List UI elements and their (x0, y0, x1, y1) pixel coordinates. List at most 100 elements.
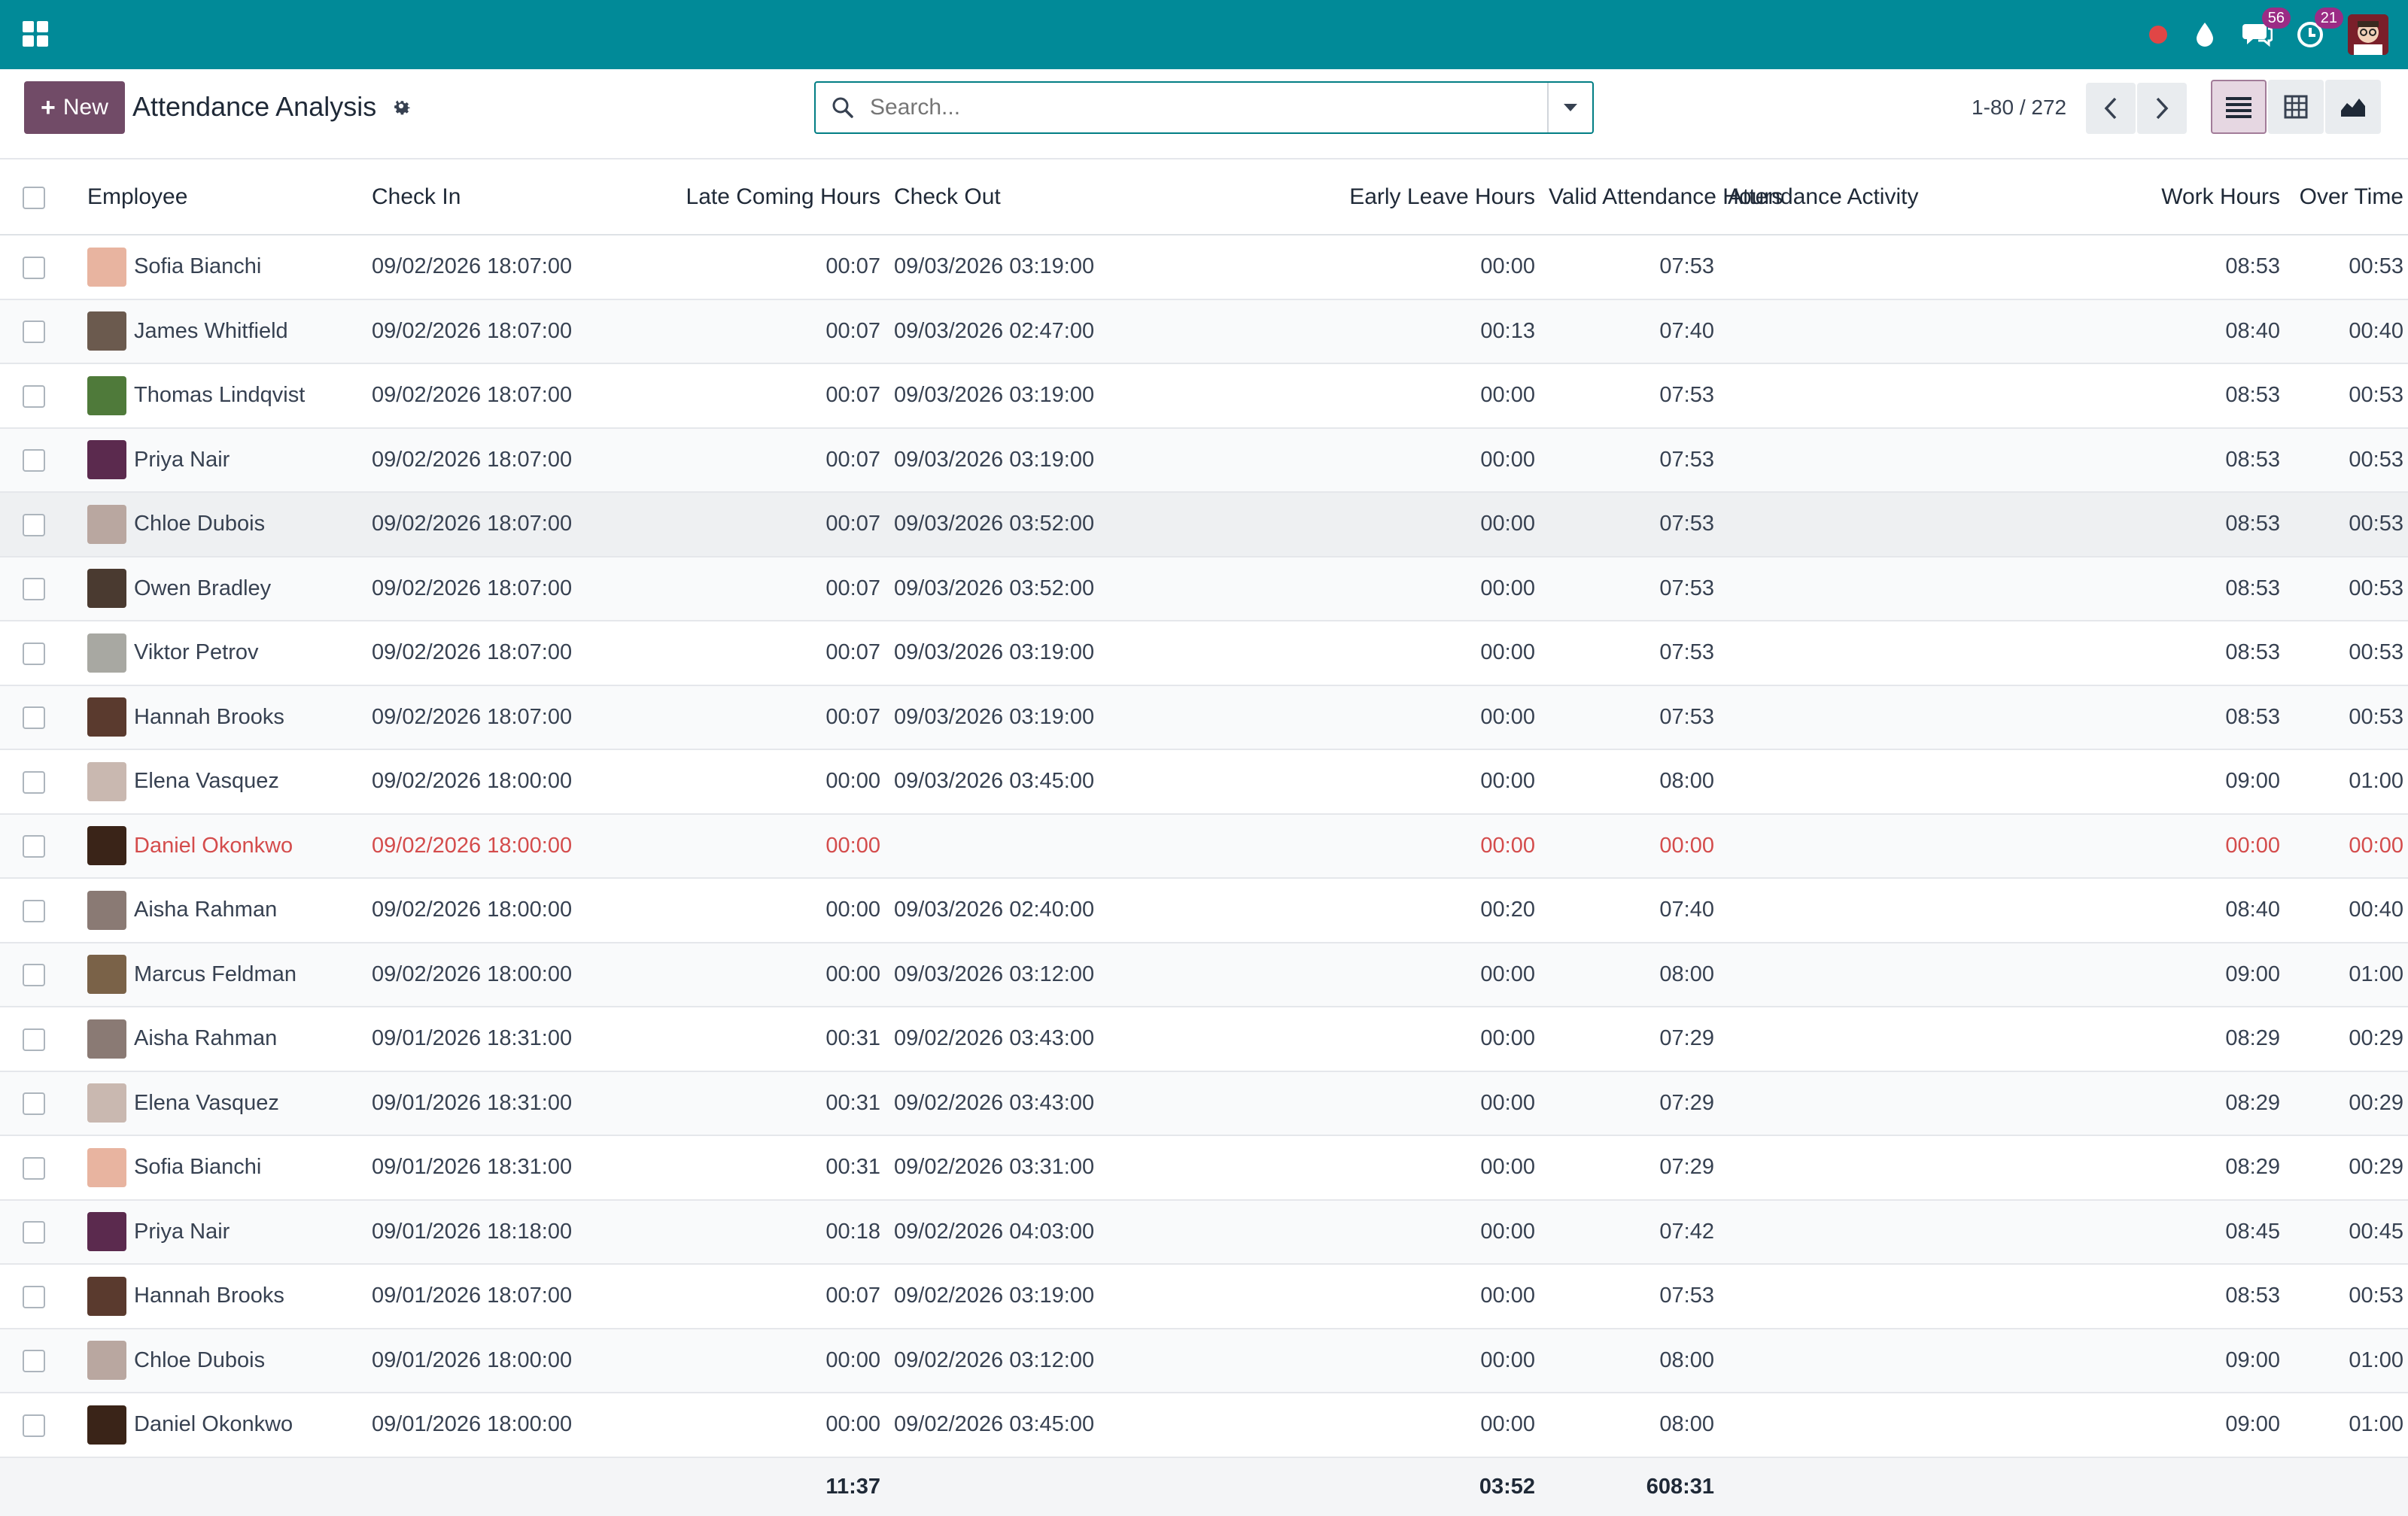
over-time-cell: 00:53 (2294, 427, 2408, 493)
row-checkbox[interactable] (23, 1028, 45, 1051)
col-attendance-activity[interactable]: Attendance Activity (1728, 159, 2084, 235)
col-over-time[interactable]: Over Time (2294, 159, 2408, 235)
table-row[interactable]: Aisha Rahman 09/01/2026 18:31:00 00:31 09/0… (0, 1007, 2408, 1072)
table-row[interactable]: Sofia Bianchi 09/02/2026 18:07:00 00:07 09/… (0, 235, 2408, 300)
search-input[interactable] (870, 95, 1547, 120)
table-row[interactable]: Marcus Feldman 09/02/2026 18:00:00 00:00 09… (0, 942, 2408, 1007)
recording-dot-icon[interactable] (2149, 26, 2167, 44)
check-out-cell: 09/03/2026 03:52:00 (894, 492, 1094, 557)
row-checkbox[interactable] (23, 1156, 45, 1180)
col-late-coming-hours[interactable]: Late Coming Hours (549, 159, 894, 235)
employee-name: Elena Vasquez (134, 769, 279, 794)
activities-badge: 21 (2314, 8, 2343, 29)
row-checkbox[interactable] (23, 513, 45, 536)
graph-view-button[interactable] (2325, 80, 2381, 134)
row-checkbox[interactable] (23, 1092, 45, 1116)
employee-avatar (87, 955, 126, 995)
row-checkbox[interactable] (23, 449, 45, 472)
messages-icon[interactable]: 56 (2242, 8, 2291, 50)
search-options-toggle[interactable] (1547, 83, 1592, 132)
apps-menu-icon[interactable] (23, 21, 48, 47)
check-out-cell: 09/03/2026 03:12:00 (894, 942, 1094, 1007)
table-row[interactable]: Priya Nair 09/01/2026 18:18:00 00:18 09/02/… (0, 1199, 2408, 1265)
work-hours-cell: 08:40 (2084, 878, 2294, 943)
table-row[interactable]: Thomas Lindqvist 09/02/2026 18:07:00 00:07… (0, 363, 2408, 429)
row-checkbox[interactable] (23, 1350, 45, 1373)
new-button[interactable]: + New (24, 81, 125, 134)
table-row[interactable]: Hannah Brooks 09/01/2026 18:07:00 00:07 09/… (0, 1264, 2408, 1329)
row-checkbox[interactable] (23, 835, 45, 858)
row-checkbox[interactable] (23, 384, 45, 408)
check-out-cell: 09/03/2026 02:47:00 (894, 299, 1094, 364)
early-leave-hours-cell: 00:00 (1082, 556, 1549, 621)
table-row[interactable]: Chloe Dubois 09/01/2026 18:00:00 00:00 09/0… (0, 1328, 2408, 1393)
table-row[interactable]: Owen Bradley 09/02/2026 18:07:00 00:07 09/0… (0, 556, 2408, 621)
attendance-activity-cell (1728, 685, 2084, 750)
user-avatar[interactable] (2348, 14, 2388, 55)
table-row[interactable]: Priya Nair 09/02/2026 18:07:00 00:07 09/03/… (0, 427, 2408, 493)
employee-avatar (87, 1276, 126, 1316)
row-checkbox[interactable] (23, 964, 45, 987)
employee-name: Priya Nair (134, 447, 230, 472)
col-valid-attendance-hours[interactable]: Valid Attendance Hours (1549, 159, 1783, 235)
table-row[interactable]: Sofia Bianchi 09/01/2026 18:31:00 00:31 09/… (0, 1135, 2408, 1201)
activities-clock-icon[interactable]: 21 (2295, 8, 2343, 50)
row-checkbox[interactable] (23, 1285, 45, 1308)
table-row[interactable]: Chloe Dubois 09/02/2026 18:07:00 00:07 09/0… (0, 492, 2408, 557)
employee-cell: Sofia Bianchi (75, 235, 361, 300)
row-select-cell (0, 1007, 75, 1072)
row-checkbox[interactable] (23, 578, 45, 601)
valid-attendance-hours-cell: 07:53 (1549, 621, 1728, 686)
table-row[interactable]: Elena Vasquez 09/01/2026 18:31:00 00:31 09/… (0, 1071, 2408, 1136)
col-check-in[interactable]: Check In (361, 159, 549, 235)
table-row[interactable]: James Whitfield 09/02/2026 18:07:00 00:07 0… (0, 299, 2408, 364)
employee-avatar (87, 375, 126, 415)
col-check-out[interactable]: Check Out (894, 159, 1082, 235)
employee-name: Daniel Okonkwo (134, 833, 293, 858)
row-checkbox[interactable] (23, 1221, 45, 1244)
employee-avatar (87, 1019, 126, 1059)
late-coming-hours-cell: 00:07 (549, 427, 894, 493)
row-checkbox[interactable] (23, 321, 45, 344)
row-checkbox[interactable] (23, 256, 45, 279)
row-checkbox[interactable] (23, 899, 45, 922)
select-all-cell (0, 159, 75, 235)
employee-avatar (87, 504, 126, 544)
col-early-leave-hours[interactable]: Early Leave Hours (1082, 159, 1549, 235)
row-checkbox[interactable] (23, 1414, 45, 1437)
table-row[interactable]: Daniel Okonkwo 09/02/2026 18:00:00 00:00 00… (0, 813, 2408, 879)
table-row[interactable]: Elena Vasquez 09/02/2026 18:00:00 00:00 09/… (0, 749, 2408, 815)
col-employee[interactable]: Employee (75, 159, 361, 235)
select-all-checkbox[interactable] (23, 186, 45, 209)
drop-icon[interactable] (2190, 20, 2220, 50)
early-leave-hours-cell: 00:00 (1082, 942, 1549, 1007)
list-view-button[interactable] (2211, 80, 2267, 134)
valid-attendance-hours-cell: 07:53 (1549, 492, 1728, 557)
table-row[interactable]: Daniel Okonkwo 09/01/2026 18:00:00 00:00 09… (0, 1393, 2408, 1458)
table-row[interactable]: Aisha Rahman 09/02/2026 18:00:00 00:00 09/0… (0, 878, 2408, 943)
messages-badge: 56 (2261, 8, 2291, 29)
work-hours-cell: 08:29 (2084, 1007, 2294, 1072)
gear-icon[interactable] (390, 95, 412, 123)
pivot-view-button[interactable] (2268, 80, 2324, 134)
check-out-cell: 09/02/2026 03:45:00 (894, 1393, 1094, 1458)
employee-cell: Aisha Rahman (75, 878, 361, 943)
employee-cell: Aisha Rahman (75, 1007, 361, 1072)
pager-next-button[interactable] (2137, 83, 2187, 134)
pager-value[interactable]: 1-80 / 272 (1972, 90, 2066, 125)
table-row[interactable]: Hannah Brooks 09/02/2026 18:07:00 00:07 09/… (0, 685, 2408, 750)
col-work-hours[interactable]: Work Hours (2084, 159, 2294, 235)
employee-name: Sofia Bianchi (134, 254, 262, 279)
row-checkbox[interactable] (23, 706, 45, 730)
table-row[interactable]: Viktor Petrov 09/02/2026 18:07:00 00:07 09/… (0, 621, 2408, 686)
row-checkbox[interactable] (23, 770, 45, 794)
pager-previous-button[interactable] (2086, 83, 2136, 134)
employee-avatar (87, 1147, 126, 1187)
check-out-cell: 09/02/2026 04:03:00 (894, 1199, 1094, 1265)
row-checkbox[interactable] (23, 642, 45, 665)
late-coming-hours-cell: 00:07 (549, 556, 894, 621)
row-select-cell (0, 235, 75, 300)
over-time-cell: 00:40 (2294, 299, 2408, 364)
over-time-cell: 00:53 (2294, 685, 2408, 750)
check-in-cell: 09/02/2026 18:00:00 (361, 749, 572, 815)
